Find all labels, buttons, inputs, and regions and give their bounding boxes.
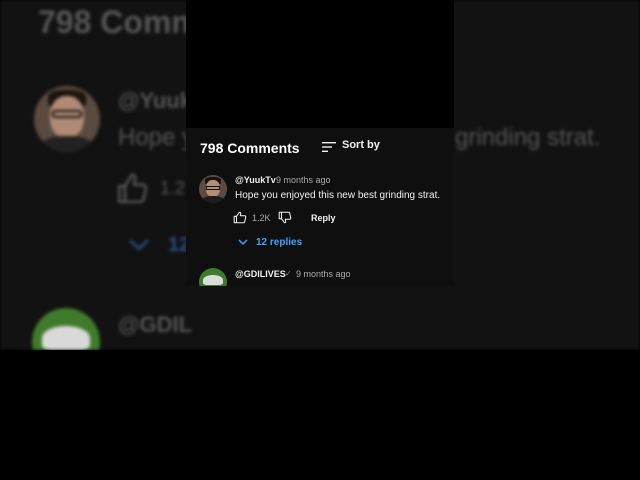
comment-timestamp: 9 months ago xyxy=(276,175,331,185)
bg-like-count: 1.2 xyxy=(160,178,186,198)
like-icon[interactable] xyxy=(233,211,247,224)
top-black-area xyxy=(186,0,454,128)
bg-avatar xyxy=(34,86,100,152)
dislike-icon[interactable] xyxy=(278,211,292,224)
comments-title: 798 Comments xyxy=(200,140,300,156)
bg-comments-title: 798 Comm xyxy=(38,4,200,40)
comment-author-2[interactable]: @GDILIVES xyxy=(235,269,286,279)
comment-author[interactable]: @YuukTv xyxy=(235,175,276,185)
avatar[interactable] xyxy=(199,175,227,203)
view-replies-button[interactable]: 12 replies xyxy=(256,237,302,248)
bg-like-icon xyxy=(117,173,148,204)
sort-icon[interactable] xyxy=(322,141,336,153)
bg-comment-text-right: grinding strat. xyxy=(455,124,601,151)
comment-text: Hope you enjoyed this new best grinding … xyxy=(235,190,441,201)
comment-timestamp-2: 9 months ago xyxy=(296,269,351,279)
sort-by-button[interactable]: Sort by xyxy=(342,139,380,151)
bg-comment-text: Hope y xyxy=(118,124,195,151)
bottom-black-band xyxy=(0,350,640,480)
bg-avatar-2 xyxy=(32,308,100,350)
reply-button[interactable]: Reply xyxy=(311,213,336,223)
verified-check-icon: ✓ xyxy=(285,269,292,278)
like-count: 1.2K xyxy=(252,213,271,223)
bg-chevron-down-icon xyxy=(129,239,149,251)
bg-handle-2: @GDIL xyxy=(118,312,193,337)
chevron-down-icon[interactable] xyxy=(238,239,248,246)
bg-handle: @Yuuk xyxy=(118,88,193,113)
avatar-2[interactable] xyxy=(199,268,227,286)
comments-panel: 798 Comments Sort by @YuukTv 9 months ag… xyxy=(186,128,454,286)
